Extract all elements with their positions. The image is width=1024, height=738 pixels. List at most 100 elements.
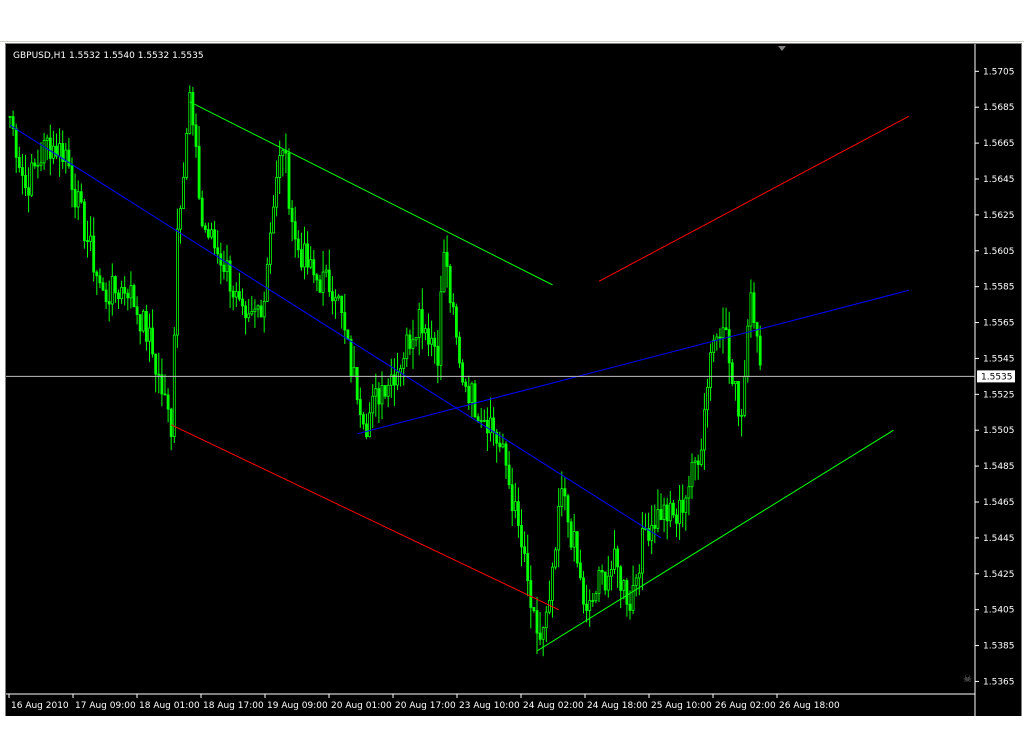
candle-body: [371, 395, 375, 414]
candle-body: [374, 388, 378, 397]
candle-body: [210, 229, 213, 238]
trendline-green: [536, 429, 894, 652]
price-chart[interactable]: GBPUSD,H1 1.5532 1.5540 1.5532 1.5535 1.…: [6, 44, 1021, 716]
candle-body: [386, 384, 390, 397]
candle-body: [622, 580, 626, 591]
candle-body: [616, 548, 619, 568]
candle-body: [237, 291, 241, 300]
candle-body: [678, 499, 681, 524]
price-tick-label: 1.5605: [983, 247, 1015, 257]
candle-body: [619, 566, 623, 591]
price-tick-label: 1.5565: [983, 319, 1015, 329]
candle-body: [182, 177, 186, 209]
candle-body: [160, 374, 164, 395]
candle-body: [253, 308, 257, 312]
candle-body: [206, 229, 210, 238]
candle-body: [668, 502, 672, 522]
candle-body: [659, 509, 663, 520]
candle-body: [141, 310, 145, 332]
candle-body: [95, 271, 99, 277]
candle-body: [479, 420, 483, 423]
bid-price-line: 1.5535: [6, 370, 1015, 383]
candle-body: [24, 175, 27, 189]
candle-body: [758, 335, 762, 366]
candle-body: [681, 499, 685, 513]
chart-window[interactable]: GBPUSD,H1 1.5532 1.5540 1.5532 1.5535 1.…: [5, 43, 1022, 717]
price-tick-label: 1.5445: [983, 534, 1015, 544]
candle-body: [107, 301, 111, 305]
candle-body: [368, 412, 372, 438]
candle-body: [727, 329, 731, 364]
candle-body: [482, 419, 486, 422]
candle-body: [231, 290, 235, 298]
candle-body: [163, 393, 167, 396]
price-tick-label: 1.5425: [983, 570, 1015, 580]
candle-body: [656, 509, 660, 529]
candle-body: [662, 504, 666, 520]
candle-body: [730, 362, 734, 385]
candle-body: [337, 295, 341, 299]
candle-body: [334, 297, 337, 302]
candle-body: [526, 553, 530, 581]
candle-body: [42, 140, 46, 164]
candle-body: [637, 572, 641, 579]
candle-body: [535, 610, 539, 634]
candle-body: [520, 525, 523, 548]
candle-body: [383, 385, 387, 397]
candle-body: [551, 566, 554, 601]
chart-shift-marker-icon[interactable]: [778, 46, 786, 51]
candle-body: [532, 607, 536, 612]
candle-body: [504, 443, 508, 466]
candle-body: [203, 225, 207, 230]
candle-body: [718, 336, 722, 339]
candle-body: [318, 279, 322, 293]
candle-body: [244, 305, 248, 319]
price-tick-label: 1.5485: [983, 462, 1015, 472]
candle-body: [606, 575, 610, 591]
candle-body: [672, 502, 675, 516]
window-titlebar-area: [0, 0, 1024, 42]
candle-body: [175, 228, 179, 336]
candle-body: [734, 381, 737, 385]
time-tick-label: 18 Aug 17:00: [203, 701, 264, 711]
candle-body: [473, 383, 477, 418]
candle-body: [665, 504, 669, 522]
candle-body: [299, 249, 303, 268]
candle-body: [157, 373, 161, 376]
candle-body: [117, 292, 120, 300]
candle-body: [216, 247, 220, 255]
time-axis: 16 Aug 2010 17 Aug 09:00 18 Aug 01:00 18 Au…: [6, 693, 975, 711]
candle-body: [699, 449, 703, 465]
candle-body: [454, 306, 458, 338]
candle-body: [548, 599, 551, 613]
candle-body: [312, 259, 316, 276]
candle-body: [433, 337, 437, 347]
candle-body: [749, 292, 753, 327]
candle-body: [513, 501, 517, 512]
candle-body: [448, 265, 452, 304]
candle-body: [321, 271, 325, 293]
candle-body: [114, 276, 117, 294]
time-tick-label: 23 Aug 10:00: [459, 701, 520, 711]
candle-body: [544, 611, 548, 629]
candle-body: [420, 309, 424, 334]
candle-body: [572, 531, 576, 548]
candle-body: [247, 313, 251, 319]
price-tick-label: 1.5685: [983, 103, 1015, 113]
candle-body: [625, 580, 629, 605]
candle-body: [346, 329, 350, 340]
candle-body: [278, 155, 282, 178]
candle-body: [743, 375, 747, 416]
time-tick-label: 18 Aug 01:00: [139, 701, 200, 711]
time-tick-label: 17 Aug 09:00: [75, 701, 136, 711]
candle-body: [343, 312, 347, 331]
trendline-red: [598, 115, 910, 282]
candle-body: [154, 353, 158, 375]
candle-body: [492, 417, 496, 433]
candle-body: [45, 137, 49, 141]
candle-series: [8, 85, 762, 657]
candle-body: [427, 328, 430, 345]
candle-body: [179, 207, 182, 230]
candle-body: [442, 251, 446, 293]
candle-body: [516, 501, 520, 526]
